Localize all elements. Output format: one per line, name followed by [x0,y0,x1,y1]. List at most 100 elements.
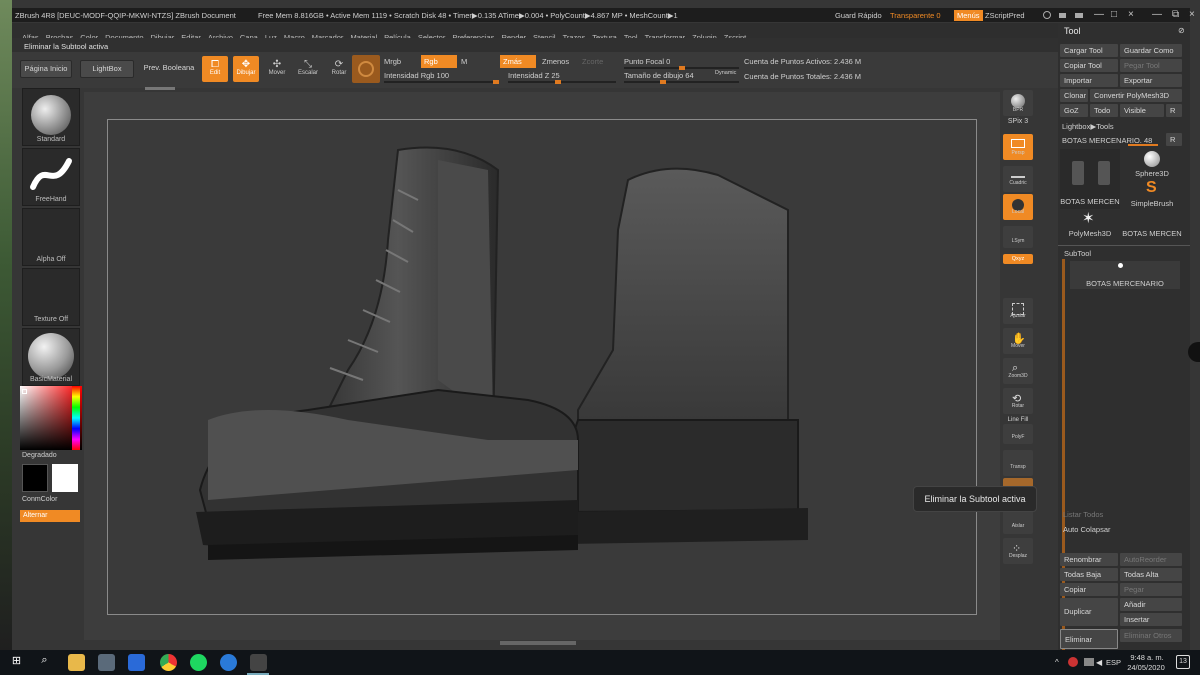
store-icon[interactable] [98,654,115,671]
make-polymesh-button[interactable]: Convertir PolyMesh3D [1090,89,1182,102]
tool-title[interactable]: Tool [1064,26,1081,36]
goz-all-button[interactable]: Todo [1090,104,1118,117]
zbrush-taskbar-icon[interactable] [250,654,267,671]
duplicate-button[interactable]: Duplicar [1060,598,1118,626]
goz-button[interactable]: GoZ [1060,104,1088,117]
boots-model[interactable] [108,120,978,616]
hue-strip[interactable] [72,386,80,450]
window-close-icon[interactable]: × [1189,9,1195,20]
alternate-button[interactable]: Alternar [20,510,80,522]
move-view-button[interactable]: ✋ [1003,328,1033,354]
spix-label[interactable]: SPix 3 [1000,118,1036,125]
draw-size-slider[interactable] [624,80,739,84]
floor-button[interactable] [1003,166,1033,192]
edit-button[interactable]: ⧠ Edit [202,56,228,82]
all-high-button[interactable]: Todas Alta [1120,568,1182,581]
menus-toggle[interactable]: Menús [954,10,983,21]
layout2-icon[interactable] [1075,13,1083,18]
rgb-toggle[interactable]: Rgb [421,55,457,68]
tray-app-icon[interactable] [1068,657,1078,667]
persp-button[interactable] [1003,134,1033,160]
transparency-slider[interactable]: Transparente 0 [890,11,941,20]
canvas-bottom-handle[interactable] [500,641,576,645]
search-icon[interactable]: ⌕ [36,654,53,671]
notifications-icon[interactable]: 13 [1176,655,1190,669]
window-restore-icon[interactable]: ⧉ [1172,9,1179,20]
tool-thumb-simplebrush[interactable]: S SimpleBrush [1122,179,1182,209]
tool-thumb-boots[interactable]: BOTAS MERCEN [1060,149,1120,209]
minimize-icon[interactable]: — [1094,9,1104,20]
current-tool-r-button[interactable]: R [1166,133,1182,146]
rotate-button[interactable]: ⟳ Rotar [326,56,352,82]
zsub-toggle[interactable]: Zmenos [542,57,569,66]
record-icon[interactable] [1043,11,1051,19]
insert-button[interactable]: Insertar [1120,613,1182,626]
color-picker-handle[interactable] [22,389,27,394]
zadd-toggle[interactable]: Zmás [500,55,536,68]
rename-button[interactable]: Renombrar [1060,553,1118,566]
zoom-button[interactable]: ⌕ [1003,358,1033,384]
mail-icon[interactable] [128,654,145,671]
load-tool-button[interactable]: Cargar Tool [1060,44,1118,57]
switch-color-button[interactable]: ConmColor [22,496,57,503]
current-tool-slider[interactable] [1128,144,1158,146]
mrgb-toggle[interactable]: Mrgb [384,57,401,66]
tool-thumb-boots2[interactable]: BOTAS MERCEN [1122,209,1182,239]
secondary-color[interactable] [22,464,48,492]
xpose-button[interactable]: ⁘ [1003,538,1033,564]
paste-subtool-button[interactable]: Pegar [1120,583,1182,596]
home-page-button[interactable]: Página Inicio [20,60,72,78]
tool-thumb-polymesh[interactable]: ✶ PolyMesh3D [1060,209,1120,239]
file-explorer-icon[interactable] [68,654,85,671]
window-minimize-icon[interactable]: — [1152,9,1162,20]
local-button[interactable] [1003,194,1033,220]
transp-button[interactable] [1003,450,1033,476]
visibility-icon[interactable] [1118,263,1123,268]
volume-icon[interactable]: ◀ [1096,658,1102,667]
paste-tool-button[interactable]: Pegar Tool [1120,59,1182,72]
shelf-scroll-handle[interactable] [145,87,175,90]
teamviewer-icon[interactable] [220,654,237,671]
tool-pin-icon[interactable]: ⊘ [1178,26,1185,35]
goz-visible-button[interactable]: Visible [1120,104,1164,117]
subtool-item[interactable]: BOTAS MERCENARIO [1070,261,1180,289]
lightbox-tools-button[interactable]: Lightbox▶Tools [1062,122,1114,131]
export-button[interactable]: Exportar [1120,74,1182,87]
language-indicator[interactable]: ESP [1106,658,1121,667]
subtool-title[interactable]: SubTool [1064,249,1091,258]
auto-collapse-button[interactable]: Auto Colapsar [1063,525,1111,534]
network-icon[interactable] [1084,658,1094,666]
rotate-view-button[interactable]: ⟲ [1003,388,1033,414]
tool-thumb-sphere[interactable]: Sphere3D [1122,149,1182,179]
script-button[interactable]: ZScriptPred [985,11,1025,20]
live-boolean-button[interactable]: Prev. Booleana [140,60,198,78]
chrome-icon[interactable] [160,654,177,671]
spotify-icon[interactable] [190,654,207,671]
list-all-button[interactable]: Listar Todos [1063,510,1103,519]
goz-r-button[interactable]: R [1166,104,1182,117]
z-intensity-slider[interactable] [508,80,616,84]
scale-button[interactable]: ⤡ Escalar [295,56,321,82]
focal-shift-slider[interactable] [624,66,739,70]
lsym-button[interactable] [1003,226,1033,248]
clock-date[interactable]: 24/05/2020 [1126,663,1166,672]
delete-others-button[interactable]: Eliminar Otros [1120,629,1182,642]
viewport-canvas[interactable] [107,119,977,615]
main-color[interactable] [52,464,78,492]
rgb-intensity-slider[interactable] [384,80,499,84]
frame-button[interactable] [1003,298,1033,324]
quicksave-button[interactable]: Guard Rápido [835,11,882,20]
zcut-toggle[interactable]: Zcorte [582,57,603,66]
dynamic-toggle[interactable]: Dynamic [715,70,736,76]
clock-time[interactable]: 9:48 a. m. [1128,653,1166,662]
gradient-toggle[interactable]: Degradado [22,452,57,459]
material-swatch[interactable] [352,55,380,83]
append-button[interactable]: Añadir [1120,598,1182,611]
clone-button[interactable]: Clonar [1060,89,1088,102]
maximize-icon[interactable]: □ [1111,9,1117,20]
tray-chevron-icon[interactable]: ^ [1055,658,1059,667]
autoreorder-button[interactable]: AutoReorder [1120,553,1182,566]
import-button[interactable]: Importar [1060,74,1118,87]
m-toggle[interactable]: M [461,57,467,66]
lightbox-button[interactable]: LightBox [80,60,134,78]
